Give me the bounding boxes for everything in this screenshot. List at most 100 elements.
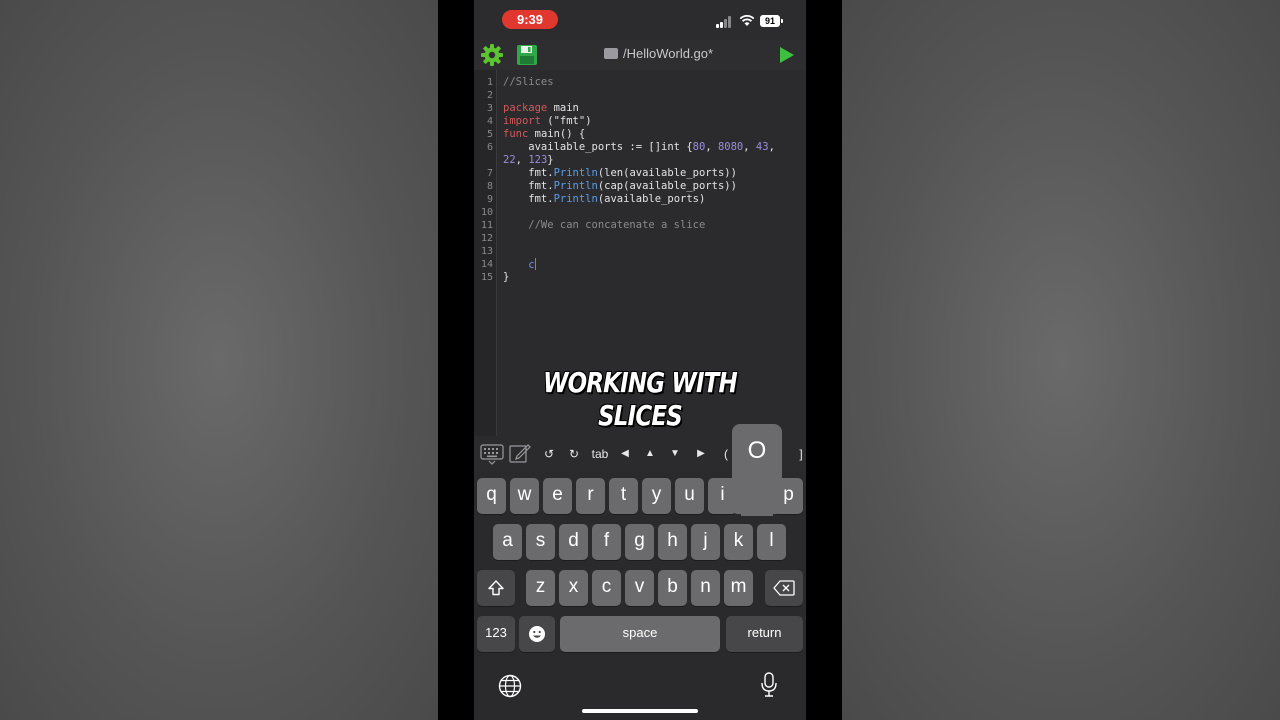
cellular-signal-icon bbox=[716, 16, 733, 28]
tab-button[interactable]: tab bbox=[588, 436, 612, 472]
key-x[interactable]: x bbox=[559, 570, 588, 606]
paren-open-button[interactable]: ( bbox=[720, 436, 732, 472]
play-icon[interactable] bbox=[776, 45, 796, 65]
key-l[interactable]: l bbox=[757, 524, 786, 560]
key-n[interactable]: n bbox=[691, 570, 720, 606]
key-o-popup[interactable]: O bbox=[732, 424, 782, 516]
key-u[interactable]: u bbox=[675, 478, 704, 514]
key-b[interactable]: b bbox=[658, 570, 687, 606]
key-a[interactable]: a bbox=[493, 524, 522, 560]
popup-letter: O bbox=[747, 437, 767, 464]
line-number: 2 bbox=[486, 90, 493, 101]
code-text: main() { bbox=[528, 128, 586, 140]
code-text: fmt. bbox=[503, 167, 554, 179]
code-line: func main() { bbox=[503, 128, 585, 141]
shift-key[interactable] bbox=[477, 570, 515, 606]
microphone-icon[interactable] bbox=[760, 672, 778, 698]
line-number: 8 bbox=[486, 181, 493, 192]
code-text: fmt. bbox=[503, 180, 554, 192]
code-line: } bbox=[503, 271, 510, 283]
code-text: fmt. bbox=[503, 193, 554, 205]
key-v[interactable]: v bbox=[625, 570, 654, 606]
bracket-close-button[interactable]: ] bbox=[796, 436, 806, 472]
code-line: fmt.Println(available_ports) bbox=[503, 193, 705, 206]
numbers-key[interactable]: 123 bbox=[477, 616, 515, 652]
battery-icon: 91 bbox=[760, 15, 783, 27]
line-number-gutter: 1 2 3 4 5 6 7 8 9 10 11 12 13 14 15 bbox=[474, 70, 497, 436]
video-caption: WORKING WITH SLICES bbox=[543, 366, 738, 432]
key-h[interactable]: h bbox=[658, 524, 687, 560]
code-text: , bbox=[768, 141, 775, 153]
code-number: 8080 bbox=[717, 141, 744, 153]
line-number: 15 bbox=[480, 272, 493, 283]
globe-icon[interactable] bbox=[498, 674, 522, 698]
code-function: Println bbox=[553, 193, 598, 205]
status-bar: 9:39 91 bbox=[474, 0, 806, 40]
undo-button[interactable]: ↺ bbox=[540, 436, 558, 472]
file-name: /HelloWorld.go* bbox=[623, 46, 714, 61]
key-w[interactable]: w bbox=[510, 478, 539, 514]
key-d[interactable]: d bbox=[559, 524, 588, 560]
code-text: (len(available_ports)) bbox=[597, 167, 737, 179]
code-line: fmt.Println(len(available_ports)) bbox=[503, 167, 737, 180]
line-number: 3 bbox=[486, 103, 493, 114]
emoji-key[interactable] bbox=[519, 616, 555, 652]
phone-screen: 9:39 91 /HelloWorld.go* 1 2 3 4 5 6 7 8 … bbox=[474, 0, 806, 720]
code-text: main bbox=[547, 102, 579, 114]
arrow-down-button[interactable]: ▼ bbox=[667, 436, 683, 472]
folder-icon bbox=[604, 48, 618, 59]
key-k[interactable]: k bbox=[724, 524, 753, 560]
line-number: 11 bbox=[480, 220, 493, 231]
line-number: 9 bbox=[486, 194, 493, 205]
key-j[interactable]: j bbox=[691, 524, 720, 560]
status-time: 9:39 bbox=[502, 10, 558, 29]
code-text: , bbox=[515, 154, 529, 166]
code-text: } bbox=[547, 154, 554, 166]
key-q[interactable]: q bbox=[477, 478, 506, 514]
gear-icon[interactable] bbox=[480, 43, 504, 67]
code-comment: //We can concatenate a slice bbox=[503, 219, 706, 231]
arrow-up-button[interactable]: ▲ bbox=[642, 436, 658, 472]
key-g[interactable]: g bbox=[625, 524, 654, 560]
code-editor[interactable]: 1 2 3 4 5 6 7 8 9 10 11 12 13 14 15 //Sl… bbox=[474, 70, 806, 436]
key-e[interactable]: e bbox=[543, 478, 572, 514]
redo-button[interactable]: ↻ bbox=[565, 436, 583, 472]
editor-toolbar: /HelloWorld.go* bbox=[474, 40, 806, 70]
home-indicator[interactable] bbox=[582, 709, 698, 713]
code-line-wrapped: 22, 123} bbox=[503, 154, 554, 167]
key-r[interactable]: r bbox=[576, 478, 605, 514]
floppy-disk-icon[interactable] bbox=[516, 44, 538, 66]
code-number: 43 bbox=[755, 141, 769, 153]
line-number: 13 bbox=[480, 246, 493, 257]
line-number: 14 bbox=[480, 259, 493, 270]
line-number: 6 bbox=[486, 142, 493, 153]
key-f[interactable]: f bbox=[592, 524, 621, 560]
shift-icon bbox=[488, 580, 504, 596]
keyboard-icon[interactable] bbox=[480, 443, 504, 465]
key-y[interactable]: y bbox=[642, 478, 671, 514]
code-function: Println bbox=[553, 167, 598, 179]
pencil-note-icon[interactable] bbox=[508, 442, 532, 464]
key-m[interactable]: m bbox=[724, 570, 753, 606]
line-number: 10 bbox=[480, 207, 493, 218]
key-s[interactable]: s bbox=[526, 524, 555, 560]
line-number: 7 bbox=[486, 168, 493, 179]
key-c[interactable]: c bbox=[592, 570, 621, 606]
backspace-key[interactable] bbox=[765, 570, 803, 606]
code-line: package main bbox=[503, 102, 579, 115]
popup-stem bbox=[741, 476, 773, 516]
code-text: ("fmt") bbox=[540, 115, 592, 127]
background-right bbox=[842, 0, 1280, 720]
code-number: 123 bbox=[528, 154, 548, 166]
return-key[interactable]: return bbox=[726, 616, 803, 652]
arrow-left-button[interactable]: ◀ bbox=[617, 436, 633, 472]
arrow-right-button[interactable]: ▶ bbox=[693, 436, 709, 472]
code-number: 80 bbox=[692, 141, 706, 153]
code-keyword: func bbox=[503, 128, 529, 140]
space-key[interactable]: space bbox=[560, 616, 720, 652]
key-t[interactable]: t bbox=[609, 478, 638, 514]
text-caret bbox=[534, 258, 536, 270]
code-keyword: package bbox=[503, 102, 548, 114]
key-z[interactable]: z bbox=[526, 570, 555, 606]
code-line: fmt.Println(cap(available_ports)) bbox=[503, 180, 737, 193]
